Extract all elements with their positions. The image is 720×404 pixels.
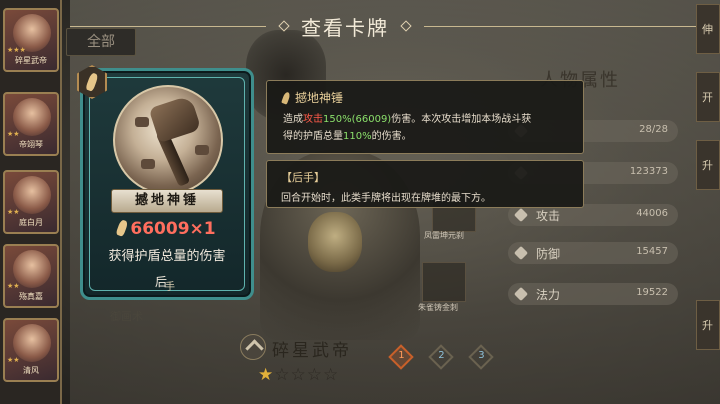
side-tab[interactable]: 升 [696, 300, 720, 350]
tooltip-line: 得的护盾总量110%的伤害。 [283, 128, 571, 145]
tooltip-title-text: 撼地神锤 [295, 91, 344, 105]
tooltip-highlight-green: 110% [343, 131, 372, 142]
hero-roster: ★★★ 碎星武帝 ★★ 帝翊琴 ★★ 庭白月 ★★ 殇真嘉 ★★ 清风 [0, 0, 62, 404]
side-tab-label: 升 [702, 319, 713, 332]
stat-label: 攻击 [536, 209, 561, 223]
stat-icon [513, 245, 529, 261]
card-damage-value: 66009×1 [130, 219, 216, 239]
stat-value: 19522 [636, 287, 668, 298]
roster-item[interactable]: ★★ 殇真嘉 [3, 244, 59, 308]
rock-debris [141, 159, 155, 169]
side-tab[interactable]: 升 [696, 140, 720, 190]
stat-value: 15457 [636, 246, 668, 257]
hero-nameplate: 碎星武帝 [240, 334, 360, 361]
card-description: 获得护盾总量的伤害 [108, 249, 226, 264]
card-tag: 后手 [155, 273, 175, 293]
roster-name: 碎星武帝 [15, 56, 47, 65]
roster-stars: ★★★ [7, 46, 26, 54]
roster-item[interactable]: ★★ 庭白月 [3, 170, 59, 234]
roster-stars: ★★ [7, 208, 20, 216]
gem-number: 1 [398, 349, 405, 361]
quill-icon [85, 72, 99, 92]
skill-tooltip: 撼地神锤 造成攻击150%(66009)伤害。本次攻击增加本场战斗获 得的护盾总… [266, 80, 584, 154]
side-tab-label: 开 [702, 91, 713, 104]
page-title: 查看卡牌 [301, 16, 389, 40]
star-filled-icon: ★ [258, 365, 275, 385]
star-empty-icon: ☆☆☆☆ [274, 365, 340, 385]
rank-up-icon[interactable] [240, 334, 266, 360]
roster-name: 帝翊琴 [19, 140, 43, 149]
tooltip-text: 得的护盾总量 [283, 131, 343, 142]
filter-tab-all[interactable]: 全部 [66, 28, 136, 56]
card-art-hammer [113, 85, 223, 195]
card-name: 撼地神锤 [111, 189, 223, 213]
tooltip-highlight-red: 攻击 [303, 114, 323, 125]
side-tab[interactable]: 伸 [696, 4, 720, 54]
roster-name: 清风 [23, 366, 39, 375]
skill-slot-label: 凤雷坤元刹 [424, 231, 464, 240]
quill-icon [281, 91, 291, 105]
skill-card[interactable]: 撼地神锤 66009×1 获得护盾总量的伤害 后手 [77, 65, 254, 300]
hero-name: 碎星武帝 [272, 341, 352, 361]
card-damage-row: 66009×1 [83, 219, 251, 239]
tooltip-text: 伤害。本次攻击增加本场战斗获 [391, 114, 532, 125]
title-divider-right [424, 26, 696, 27]
roster-stars: ★★ [7, 130, 20, 138]
stat-value: 28/28 [639, 124, 668, 135]
hammer-head [148, 95, 202, 143]
stat-label: 法力 [536, 288, 561, 302]
roster-item[interactable]: ★★ 清风 [3, 318, 59, 382]
gem-number: 3 [478, 349, 485, 361]
roster-item[interactable]: ★★ 帝翊琴 [3, 92, 59, 156]
roster-stars: ★★ [7, 282, 20, 290]
stat-row: 法力 19522 [508, 283, 678, 305]
hero-star-rating: ★☆☆☆☆ [258, 365, 339, 385]
quill-icon [115, 219, 129, 237]
skill-slot-label: 朱雀铸金刺 [418, 303, 458, 312]
tooltip-title: 撼地神锤 [281, 89, 344, 106]
skill-slot[interactable] [422, 262, 466, 302]
stat-value: 123373 [629, 166, 668, 177]
roster-name: 殇真嘉 [19, 292, 43, 301]
gem-number: 2 [438, 349, 445, 361]
stat-icon [513, 207, 529, 223]
title-divider-left [70, 26, 266, 27]
tooltip-highlight-green: 150%(66009) [323, 114, 392, 125]
roster-stars: ★★ [7, 356, 20, 364]
tooltip-line: 造成攻击150%(66009)伤害。本次攻击增加本场战斗获 [283, 111, 571, 128]
tooltip-body: 造成攻击150%(66009)伤害。本次攻击增加本场战斗获 得的护盾总量110%… [283, 111, 571, 145]
side-tab-label: 升 [702, 159, 713, 172]
side-tab[interactable]: 开 [696, 72, 720, 122]
card-footer-label: 御画术 [110, 310, 143, 323]
tooltip-text: 造成 [283, 114, 303, 125]
trait-body: 回合开始时，此类手牌将出现在牌堆的最下方。 [281, 193, 491, 204]
stat-value: 44006 [636, 208, 668, 219]
tooltip-text: 的伤害。 [371, 131, 412, 142]
rock-debris [195, 145, 209, 155]
roster-name: 庭白月 [19, 218, 43, 227]
trait-tooltip: 【后手】 回合开始时，此类手牌将出现在牌堆的最下方。 [266, 160, 584, 208]
side-tab-label: 伸 [702, 23, 713, 36]
stat-icon [513, 286, 529, 302]
roster-item[interactable]: ★★★ 碎星武帝 [3, 8, 59, 72]
rock-debris [135, 117, 149, 127]
hero-beast-mask [308, 212, 362, 272]
stat-row: 防御 15457 [508, 242, 678, 264]
stat-label: 防御 [536, 247, 561, 261]
trait-title: 【后手】 [281, 171, 325, 184]
card-tag-sub: 手 [165, 282, 176, 293]
